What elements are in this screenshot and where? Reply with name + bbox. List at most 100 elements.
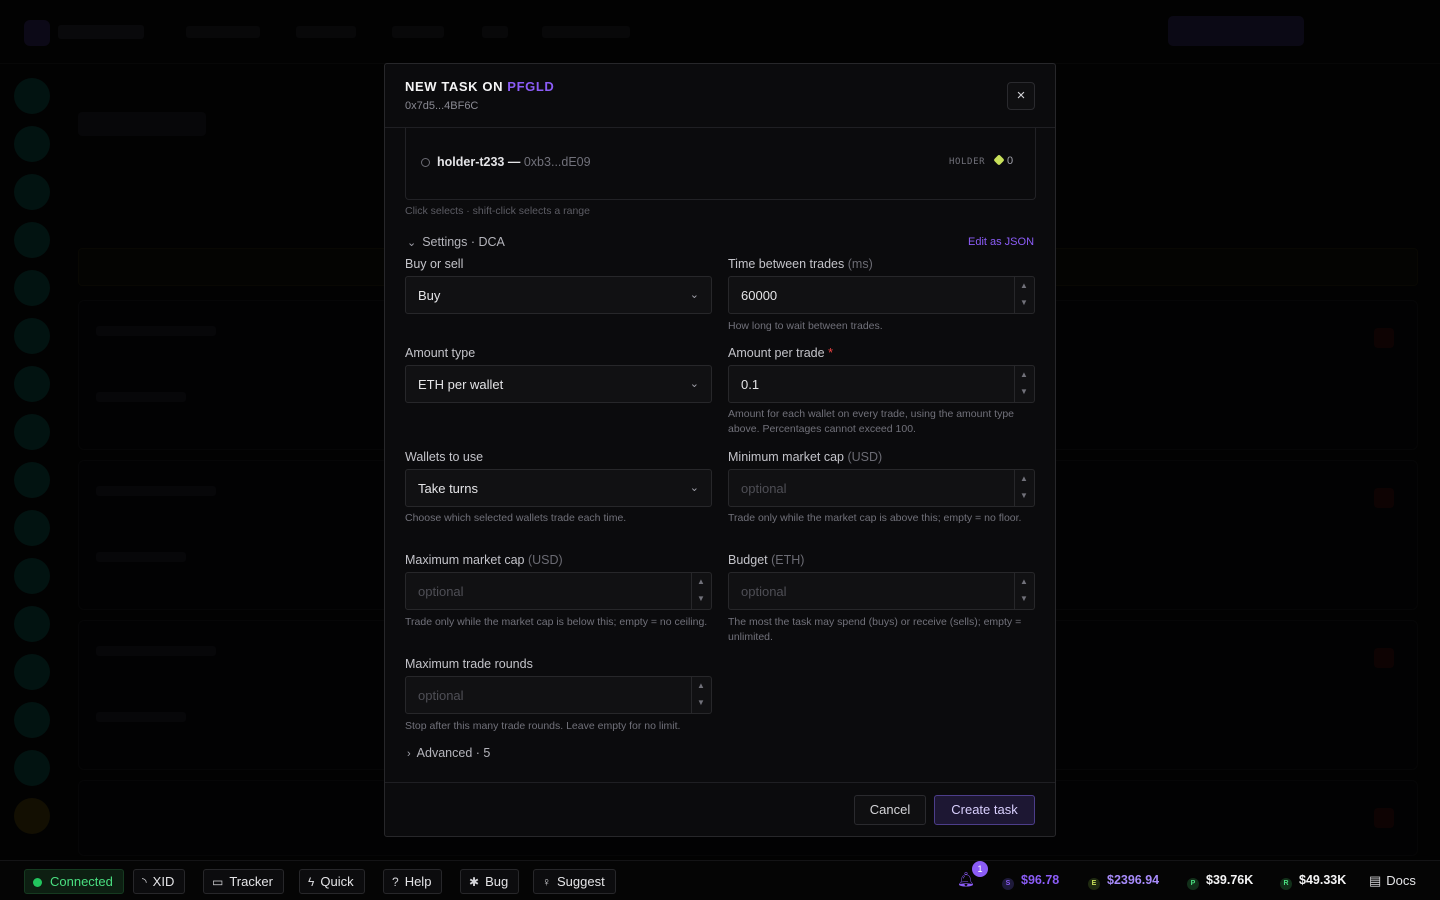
bug-button[interactable]: ✱ Bug xyxy=(460,869,520,894)
budget-label: Budget (ETH) xyxy=(728,553,805,567)
budget-stepper[interactable]: ▲ ▼ xyxy=(1014,573,1034,609)
wallet-icon: ▭ xyxy=(212,875,224,889)
max-trade-rounds-help: Stop after this many trade rounds. Leave… xyxy=(405,720,681,732)
min-market-cap-stepper[interactable]: ▲ ▼ xyxy=(1014,470,1034,506)
chevron-up-icon[interactable]: ▲ xyxy=(1020,370,1028,379)
wallet-selection-hint: Click selects · shift-click selects a ra… xyxy=(405,205,590,217)
max-market-cap-stepper[interactable]: ▲ ▼ xyxy=(691,573,711,609)
time-between-trades-help: How long to wait between trades. xyxy=(728,320,883,332)
chevron-up-icon[interactable]: ▲ xyxy=(1020,577,1028,586)
max-trade-rounds-label: Maximum trade rounds xyxy=(405,657,533,671)
wallet-address: 0xb3...dE09 xyxy=(523,155,591,169)
max-trade-rounds-input[interactable]: optional ▲ ▼ xyxy=(405,676,712,714)
amount-type-label: Amount type xyxy=(405,346,476,360)
required-marker: * xyxy=(828,346,833,360)
min-market-cap-placeholder: optional xyxy=(741,481,787,496)
budget-placeholder: optional xyxy=(741,584,787,599)
sol-icon: S xyxy=(1002,878,1014,890)
notification-badge: 1 xyxy=(972,861,988,877)
wallet-balance-value: 0 xyxy=(1007,155,1014,167)
new-task-modal: NEW TASK ON PFGLD 0x7d5...4BF6C × holder… xyxy=(384,63,1056,837)
amount-type-select[interactable]: ETH per wallet ⌄ xyxy=(405,365,712,403)
modal-title-prefix: NEW TASK ON xyxy=(405,79,504,94)
chevron-up-icon[interactable]: ▲ xyxy=(1020,474,1028,483)
wallets-to-use-label: Wallets to use xyxy=(405,450,484,464)
wallet-separator: — xyxy=(507,155,521,169)
chevron-down-icon[interactable]: ▼ xyxy=(1020,594,1028,603)
max-market-cap-help: Trade only while the market cap is below… xyxy=(405,616,708,628)
chevron-down-icon[interactable]: ▼ xyxy=(1020,491,1028,500)
min-market-cap-input[interactable]: optional ▲ ▼ xyxy=(728,469,1035,507)
settings-toggle-label: Settings · DCA xyxy=(422,235,505,249)
chevron-up-icon[interactable]: ▲ xyxy=(697,577,705,586)
eth-price: E $2396.94 xyxy=(1088,873,1159,890)
advanced-toggle[interactable]: › Advanced · 5 xyxy=(407,746,490,760)
amount-per-trade-input[interactable]: 0.1 ▲ ▼ xyxy=(728,365,1035,403)
wallet-role-badge: HOLDER xyxy=(949,157,986,167)
chevron-down-icon: ⌄ xyxy=(689,482,699,494)
amount-per-trade-help: Amount for each wallet on every trade, u… xyxy=(728,408,1014,435)
sol-price: S $96.78 xyxy=(1002,873,1059,890)
max-trade-rounds-placeholder: optional xyxy=(418,688,464,703)
chevron-down-icon[interactable]: ▼ xyxy=(1020,298,1028,307)
wallets-to-use-value: Take turns xyxy=(418,481,478,496)
chevron-down-icon[interactable]: ▼ xyxy=(1020,387,1028,396)
rss-icon: ◝ xyxy=(142,875,147,889)
wallet-row[interactable]: holder-t233 — 0xb3...dE09 xyxy=(437,155,591,169)
time-between-trades-stepper[interactable]: ▲ ▼ xyxy=(1014,277,1034,313)
modal-title: NEW TASK ON PFGLD xyxy=(405,79,554,94)
modal-header: NEW TASK ON PFGLD 0x7d5...4BF6C × xyxy=(385,64,1055,128)
wallet-name: holder-t233 xyxy=(437,155,505,169)
token-address: 0x7d5...4BF6C xyxy=(405,100,479,112)
time-between-trades-label: Time between trades (ms) xyxy=(728,257,873,271)
budget-help: The most the task may spend (buys) or re… xyxy=(728,616,1022,643)
wallet-list: holder-t233 — 0xb3...dE09 HOLDER 0 xyxy=(405,128,1036,200)
wallets-to-use-select[interactable]: Take turns ⌄ xyxy=(405,469,712,507)
close-icon: × xyxy=(1016,87,1026,104)
cancel-button[interactable]: Cancel xyxy=(854,795,926,825)
chevron-up-icon[interactable]: ▲ xyxy=(697,681,705,690)
p-price: P $39.76K xyxy=(1187,873,1253,890)
time-between-trades-value: 60000 xyxy=(741,288,778,303)
chevron-down-icon: ⌄ xyxy=(689,289,699,301)
p-token-icon: P xyxy=(1187,878,1199,890)
r-price: R $49.33K xyxy=(1280,873,1346,890)
min-market-cap-help: Trade only while the market cap is above… xyxy=(728,512,1022,524)
min-market-cap-label: Minimum market cap (USD) xyxy=(728,450,883,464)
chevron-down-icon[interactable]: ▼ xyxy=(697,698,705,707)
quick-button[interactable]: ϟ Quick xyxy=(299,869,365,894)
max-trade-rounds-stepper[interactable]: ▲ ▼ xyxy=(691,677,711,713)
modal-footer: Cancel Create task xyxy=(385,782,1055,836)
settings-toggle[interactable]: ⌄ Settings · DCA xyxy=(407,235,505,249)
token-ticker: PFGLD xyxy=(507,79,555,94)
chevron-down-icon: ⌄ xyxy=(407,237,417,249)
advanced-toggle-label: Advanced · 5 xyxy=(416,746,491,760)
edit-as-json-link[interactable]: Edit as JSON xyxy=(968,236,1034,248)
buy-or-sell-label: Buy or sell xyxy=(405,257,464,271)
lightning-icon: ϟ xyxy=(308,875,315,889)
close-button[interactable]: × xyxy=(1007,82,1035,110)
wallet-select-radio[interactable] xyxy=(421,158,430,167)
amount-type-value: ETH per wallet xyxy=(418,377,504,392)
suggest-button[interactable]: ♀ Suggest xyxy=(533,869,616,894)
help-button[interactable]: ? Help xyxy=(383,869,443,894)
amount-per-trade-stepper[interactable]: ▲ ▼ xyxy=(1014,366,1034,402)
max-market-cap-placeholder: optional xyxy=(418,584,464,599)
create-task-button[interactable]: Create task xyxy=(934,795,1035,825)
budget-input[interactable]: optional ▲ ▼ xyxy=(728,572,1035,610)
xid-button[interactable]: ◝ XID xyxy=(133,869,186,894)
buy-or-sell-select[interactable]: Buy ⌄ xyxy=(405,276,712,314)
chevron-down-icon[interactable]: ▼ xyxy=(697,594,705,603)
wallet-balance: 0 xyxy=(993,154,1014,167)
bug-icon: ✱ xyxy=(469,875,480,889)
time-between-trades-input[interactable]: 60000 ▲ ▼ xyxy=(728,276,1035,314)
docs-link[interactable]: ▤ Docs xyxy=(1369,873,1416,889)
bell-icon[interactable]: 🔔︎ xyxy=(957,871,975,888)
connection-status[interactable]: Connected xyxy=(24,869,124,894)
status-dot-icon xyxy=(33,878,42,887)
tracker-button[interactable]: ▭ Tracker xyxy=(203,869,284,894)
buy-or-sell-value: Buy xyxy=(418,288,441,303)
max-market-cap-input[interactable]: optional ▲ ▼ xyxy=(405,572,712,610)
chevron-up-icon[interactable]: ▲ xyxy=(1020,281,1028,290)
eth-icon: E xyxy=(1088,878,1100,890)
